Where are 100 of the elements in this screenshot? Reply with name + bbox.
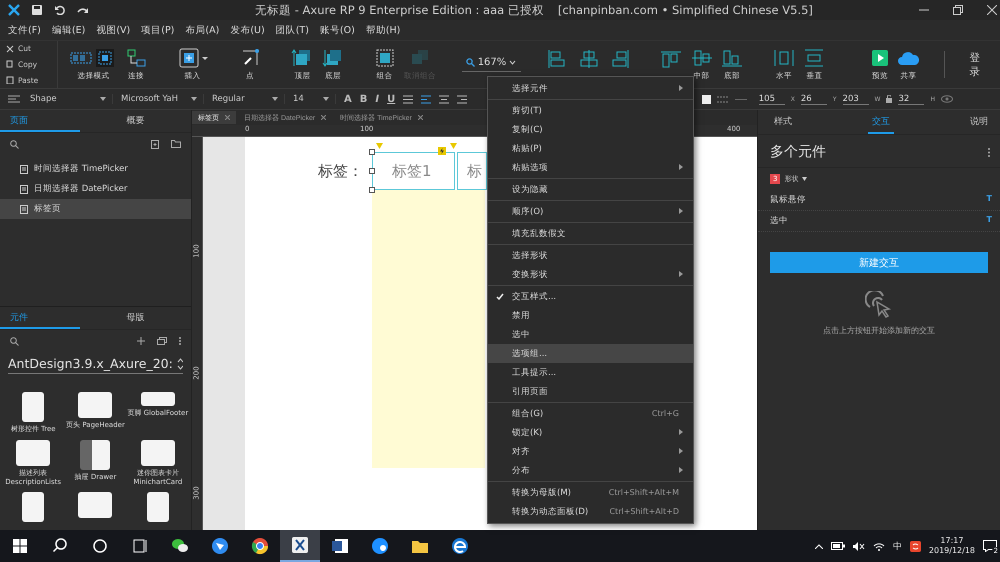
panel-tab[interactable]: 元件 xyxy=(0,307,80,329)
font-size-dropdown[interactable]: 14 xyxy=(293,94,336,104)
menu-item[interactable]: 转换为母版(M) Ctrl+Shift+Alt+M xyxy=(488,483,693,502)
lock-icon[interactable] xyxy=(886,95,892,103)
geometry-field[interactable]: 105 xyxy=(758,94,785,104)
menu-item[interactable]: 选中 xyxy=(488,325,693,344)
align-left-icon[interactable] xyxy=(421,94,432,104)
page-item[interactable]: 时间选择器 TimePicker xyxy=(0,159,191,179)
menu-item[interactable]: 顺序(O) xyxy=(488,202,693,221)
event-marker: T xyxy=(986,194,992,205)
save-icon[interactable] xyxy=(32,5,42,15)
panel-tab[interactable]: 样式 xyxy=(770,110,796,134)
menu-item[interactable]: 工具提示... xyxy=(488,363,693,382)
panel-tab[interactable]: 页面 xyxy=(0,110,80,132)
fill-color-icon[interactable] xyxy=(702,94,711,104)
page-item[interactable]: 日期选择器 DatePicker xyxy=(0,179,191,199)
menu-item[interactable]: 选择形状 xyxy=(488,246,693,265)
add-page-icon[interactable] xyxy=(151,140,159,148)
page-item[interactable]: 标签页 xyxy=(0,199,191,219)
folder-icon[interactable] xyxy=(171,140,181,148)
undo-icon[interactable] xyxy=(54,5,65,15)
list-icon[interactable] xyxy=(403,94,414,104)
panel-tab[interactable]: 说明 xyxy=(966,110,992,134)
menu-item[interactable]: 项目(P) xyxy=(141,24,174,36)
font-dropdown[interactable]: Microsoft YaH xyxy=(121,94,204,104)
menu-item[interactable]: 粘贴选项 xyxy=(488,158,693,177)
menu-item[interactable]: 粘贴(P) xyxy=(488,139,693,158)
event-label[interactable]: 鼠标悬停 xyxy=(770,194,806,206)
resize-handle[interactable] xyxy=(369,187,375,193)
app-logo-icon[interactable] xyxy=(8,4,20,16)
connector-icon xyxy=(124,48,147,68)
panel-tab[interactable]: 母版 xyxy=(80,307,191,329)
menu-item[interactable]: 团队(T) xyxy=(276,24,309,36)
line-style-icon[interactable] xyxy=(716,94,729,104)
zoom-field[interactable]: 167% xyxy=(462,53,521,72)
text-style-button[interactable]: B xyxy=(360,94,368,104)
ime-app-icon[interactable] xyxy=(910,540,921,552)
menu-item[interactable]: 交互样式... xyxy=(488,287,693,306)
menu-item[interactable]: 帮助(H) xyxy=(366,24,400,36)
caret-icon[interactable] xyxy=(802,177,808,181)
input-method[interactable]: 中 xyxy=(892,540,902,552)
search-icon[interactable] xyxy=(10,140,19,148)
marker-icon xyxy=(376,143,383,149)
menu-item[interactable]: 组合(G) Ctrl+G xyxy=(488,404,693,423)
geometry-field[interactable]: 203 xyxy=(842,94,869,104)
menu-item[interactable]: 选择元件 xyxy=(488,79,693,98)
align-center-icon xyxy=(578,48,600,68)
align-right-icon[interactable] xyxy=(457,94,468,104)
menu-item[interactable]: 锁定(K) xyxy=(488,423,693,442)
menu-item[interactable]: 文件(F) xyxy=(8,24,41,36)
style-dropdown[interactable]: Shape xyxy=(8,94,113,104)
text-style-button[interactable]: A xyxy=(344,94,352,104)
taskbar-app[interactable] xyxy=(280,530,320,562)
menu-item[interactable]: 发布(U) xyxy=(230,24,265,36)
event-label[interactable]: 选中 xyxy=(770,215,788,227)
copy-icon[interactable] xyxy=(157,337,167,345)
font-weight-dropdown[interactable]: Regular xyxy=(212,94,285,104)
menu-item[interactable]: 布局(A) xyxy=(185,24,220,36)
menu-item[interactable]: 编辑(E) xyxy=(52,24,86,36)
app-cross-icon xyxy=(291,536,309,554)
menu-item[interactable]: 设为隐藏 xyxy=(488,180,693,199)
text-style-button[interactable]: U xyxy=(387,94,396,104)
menu-item[interactable]: 填充乱数假文 xyxy=(488,224,693,243)
minimize-icon[interactable] xyxy=(919,9,929,11)
battery-icon[interactable] xyxy=(830,542,845,550)
geometry-field[interactable]: 32 xyxy=(898,94,924,104)
panel-tab[interactable]: 概要 xyxy=(80,110,191,132)
lightning-icon xyxy=(438,147,446,155)
menu-item[interactable]: 禁用 xyxy=(488,306,693,325)
align-center-icon[interactable] xyxy=(439,94,450,104)
caret-icon xyxy=(191,97,197,101)
menu-item[interactable]: 选项组... xyxy=(488,344,693,363)
maximize-icon[interactable] xyxy=(953,5,963,15)
close-icon[interactable] xyxy=(987,5,997,15)
resize-handle[interactable] xyxy=(369,149,375,155)
geometry-field[interactable]: 26 xyxy=(800,94,827,104)
menu-item[interactable]: 变换形状 xyxy=(488,265,693,284)
windows-logo-icon xyxy=(13,539,27,553)
clock[interactable]: 17:17 2019/12/18 xyxy=(928,536,975,556)
login-link[interactable]: 登录 xyxy=(955,41,1000,88)
menu-item[interactable]: 剪切(T) xyxy=(488,101,693,120)
speaker-muted-icon[interactable] xyxy=(852,542,865,550)
plus-icon[interactable] xyxy=(137,337,145,345)
library-dropdown[interactable]: AntDesign3.9.x_Axure_20: xyxy=(8,356,183,374)
align-middle-icon xyxy=(690,48,713,68)
eye-icon[interactable] xyxy=(941,95,953,103)
align-top-icon xyxy=(660,48,682,68)
menu-item[interactable]: 引用页面 xyxy=(488,382,693,401)
menu-item[interactable]: 转换为动态面板(D) Ctrl+Shift+Alt+D xyxy=(488,502,693,521)
chevron-up-icon[interactable] xyxy=(814,544,823,548)
menu-item[interactable]: 对齐 xyxy=(488,442,693,461)
search-icon[interactable] xyxy=(10,336,19,346)
menu-item[interactable]: 分布 xyxy=(488,461,693,480)
group-icon xyxy=(374,48,396,68)
menu-item[interactable]: 视图(V) xyxy=(96,24,130,36)
menu-item[interactable]: 账号(O) xyxy=(320,24,355,36)
text-style-button[interactable]: I xyxy=(375,94,380,104)
resize-handle[interactable] xyxy=(369,168,375,174)
wifi-icon[interactable] xyxy=(872,542,885,550)
panel-tab[interactable]: 交互 xyxy=(868,110,894,134)
